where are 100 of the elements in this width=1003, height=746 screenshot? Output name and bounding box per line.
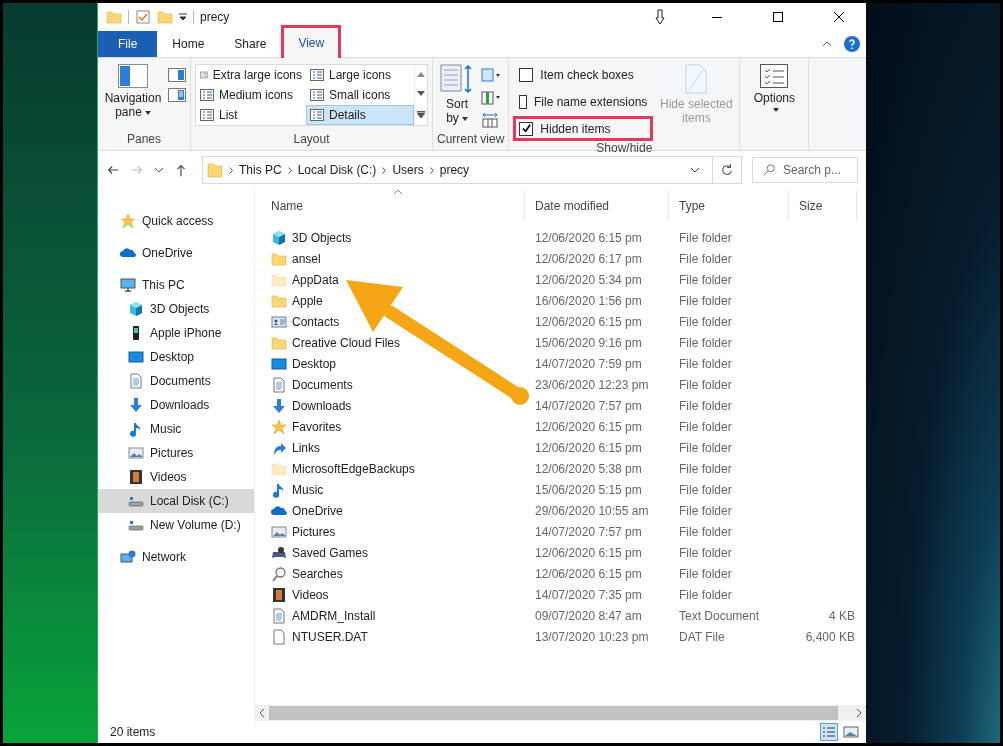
caret-icon [461, 116, 468, 121]
folder-icon [271, 292, 287, 309]
nav-item[interactable]: This PC [98, 273, 254, 297]
scroll-down-icon[interactable] [417, 91, 425, 97]
scroll-up-icon[interactable] [417, 72, 425, 78]
group-by-icon[interactable] [481, 68, 501, 84]
nav-item[interactable]: Documents [98, 369, 254, 393]
large-icons-view-icon[interactable] [842, 723, 860, 741]
help-icon[interactable] [844, 36, 860, 52]
file-row[interactable]: Searches 12/06/2020 6:15 pm File folder [261, 563, 866, 584]
nav-item[interactable]: Network [98, 545, 254, 569]
layout-option[interactable]: Small icons [306, 85, 414, 105]
breadcrumb[interactable]: Local Disk (C:) [297, 163, 377, 177]
chevron-up-icon[interactable] [822, 41, 832, 47]
chevron-right-icon[interactable] [382, 166, 387, 174]
column-header[interactable]: Size [789, 191, 857, 221]
file-row[interactable]: Downloads 14/07/2020 7:57 pm File folder [261, 395, 866, 416]
chevron-right-icon[interactable] [287, 166, 292, 174]
expand-gallery-icon[interactable] [417, 110, 425, 118]
breadcrumb[interactable]: precy [439, 163, 470, 177]
checkbox-option[interactable]: Hidden items [513, 116, 654, 141]
nav-item[interactable]: Desktop [98, 345, 254, 369]
scroll-right-icon[interactable] [856, 708, 862, 718]
nav-item[interactable]: Downloads [98, 393, 254, 417]
file-row[interactable]: Pictures 14/07/2020 7:57 pm File folder [261, 521, 866, 542]
recent-locations-caret-icon[interactable] [154, 167, 164, 173]
size-columns-icon[interactable] [481, 112, 501, 128]
file-row[interactable]: Contacts 12/06/2020 6:15 pm File folder [261, 311, 866, 332]
address-bar[interactable]: This PC Local Disk (C:) Users precy [202, 156, 742, 184]
nav-item[interactable]: New Volume (D:) [98, 513, 254, 537]
checkmark-icon[interactable] [135, 9, 151, 25]
breadcrumb[interactable]: This PC [239, 163, 282, 177]
file-row[interactable]: OneDrive 29/06/2020 10:55 am File folder [261, 500, 866, 521]
nav-item[interactable]: 3D Objects [98, 297, 254, 321]
file-row[interactable]: NTUSER.DAT 13/07/2020 10:23 pm DAT File 6,400 KB [261, 626, 866, 647]
checkbox-option[interactable]: Item check boxes [513, 62, 654, 87]
date-modified: 12/06/2020 6:15 pm [534, 230, 643, 245]
caret-icon [144, 110, 151, 115]
layout-option[interactable]: Extra large icons [196, 65, 306, 85]
caret-icon[interactable] [179, 13, 187, 21]
file-row[interactable]: Documents 23/06/2020 12:23 pm File folder [261, 374, 866, 395]
file-row[interactable]: Music 15/06/2020 5:15 pm File folder [261, 479, 866, 500]
nav-item[interactable]: Apple iPhone [98, 321, 254, 345]
column-header[interactable]: Type [669, 191, 789, 221]
back-arrow-icon[interactable] [106, 163, 120, 177]
ribbon-tab[interactable]: Home [157, 31, 220, 57]
view-layout-icon [200, 109, 214, 121]
file-row[interactable]: MicrosoftEdgeBackups 12/06/2020 5:38 pm File folder [261, 458, 866, 479]
nav-item[interactable]: Local Disk (C:) [98, 489, 254, 513]
horizontal-scrollbar[interactable] [255, 705, 866, 721]
sort-by-button[interactable]: Sort by [437, 62, 477, 132]
layout-option[interactable]: Medium icons [196, 85, 306, 105]
dropdown-caret-icon[interactable] [690, 167, 700, 173]
column-header[interactable]: Date modified [525, 191, 669, 221]
group-label: Show/hide [595, 141, 654, 155]
search-field[interactable]: Search p... [752, 157, 858, 183]
star-icon [120, 213, 136, 229]
nav-item[interactable]: Pictures [98, 441, 254, 465]
layout-option[interactable]: Large icons [306, 65, 414, 85]
preview-pane-icon[interactable] [168, 68, 186, 82]
caret-icon [772, 108, 779, 112]
ribbon-tab[interactable]: Share [219, 31, 282, 57]
file-row[interactable]: 3D Objects 12/06/2020 6:15 pm File folder [261, 227, 866, 248]
file-name: Favorites [261, 418, 525, 435]
add-columns-icon[interactable] [481, 90, 501, 106]
document-icon [128, 373, 144, 389]
file-row[interactable]: Desktop 14/07/2020 7:59 pm File folder [261, 353, 866, 374]
file-menu-tab[interactable]: File [98, 31, 158, 57]
file-row[interactable]: Links 12/06/2020 6:15 pm File folder [261, 437, 866, 458]
file-row[interactable]: AppData 12/06/2020 5:34 pm File folder [261, 269, 866, 290]
file-row[interactable]: Saved Games 12/06/2020 6:15 pm File folder [261, 542, 866, 563]
nav-item[interactable]: OneDrive [98, 241, 254, 265]
file-type: File folder [678, 440, 733, 455]
file-row[interactable]: Favorites 12/06/2020 6:15 pm File folder [261, 416, 866, 437]
chevron-right-icon[interactable] [429, 166, 434, 174]
layout-option[interactable]: Details [306, 105, 414, 125]
details-view-icon[interactable] [820, 723, 838, 741]
options-button[interactable]: Options [744, 62, 805, 150]
file-row[interactable]: Creative Cloud Files 15/06/2020 9:16 pm File folder [261, 332, 866, 353]
column-header[interactable]: Name [261, 191, 525, 221]
breadcrumb[interactable]: Users [392, 163, 424, 177]
file-row[interactable]: AMDRM_Install 09/07/2020 8:47 am Text Document 4 KB [261, 605, 866, 626]
checkbox-option[interactable]: File name extensions [513, 89, 654, 114]
nav-item[interactable]: Videos [98, 465, 254, 489]
file-row[interactable]: Apple 16/06/2020 1:56 pm File folder [261, 290, 866, 311]
file-size: 6,400 KB [804, 629, 856, 644]
up-arrow-icon[interactable] [174, 163, 188, 177]
ribbon-tab[interactable]: View [281, 25, 342, 61]
nav-item[interactable]: Music [98, 417, 254, 441]
refresh-icon[interactable] [720, 163, 734, 177]
cube-icon [128, 301, 144, 317]
nav-item[interactable]: Quick access [98, 209, 254, 233]
details-pane-icon[interactable] [168, 88, 186, 102]
file-row[interactable]: Videos 14/07/2020 7:35 pm File folder [261, 584, 866, 605]
file-row[interactable]: ansel 12/06/2020 6:17 pm File folder [261, 248, 866, 269]
scroll-left-icon[interactable] [259, 708, 265, 718]
navigation-pane-button[interactable]: Navigation pane [102, 62, 164, 132]
film-icon [271, 586, 287, 603]
chevron-right-icon[interactable] [229, 166, 233, 174]
layout-option[interactable]: List [196, 105, 306, 125]
